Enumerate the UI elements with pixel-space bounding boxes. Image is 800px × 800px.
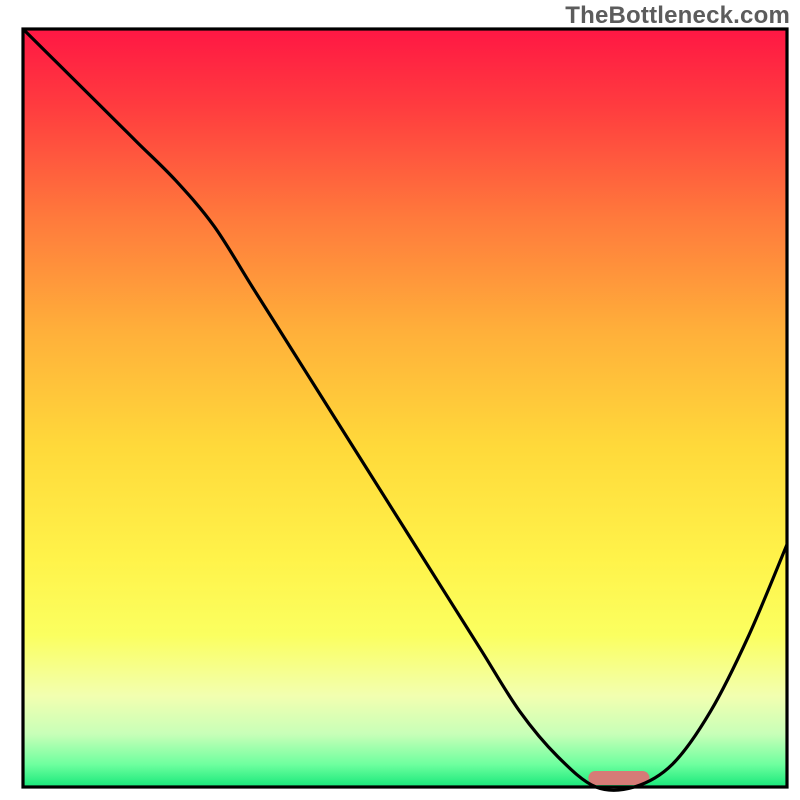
- bottleneck-chart: [0, 0, 800, 800]
- optimal-marker: [588, 771, 649, 785]
- chart-stage: { "watermark": "TheBottleneck.com", "cha…: [0, 0, 800, 800]
